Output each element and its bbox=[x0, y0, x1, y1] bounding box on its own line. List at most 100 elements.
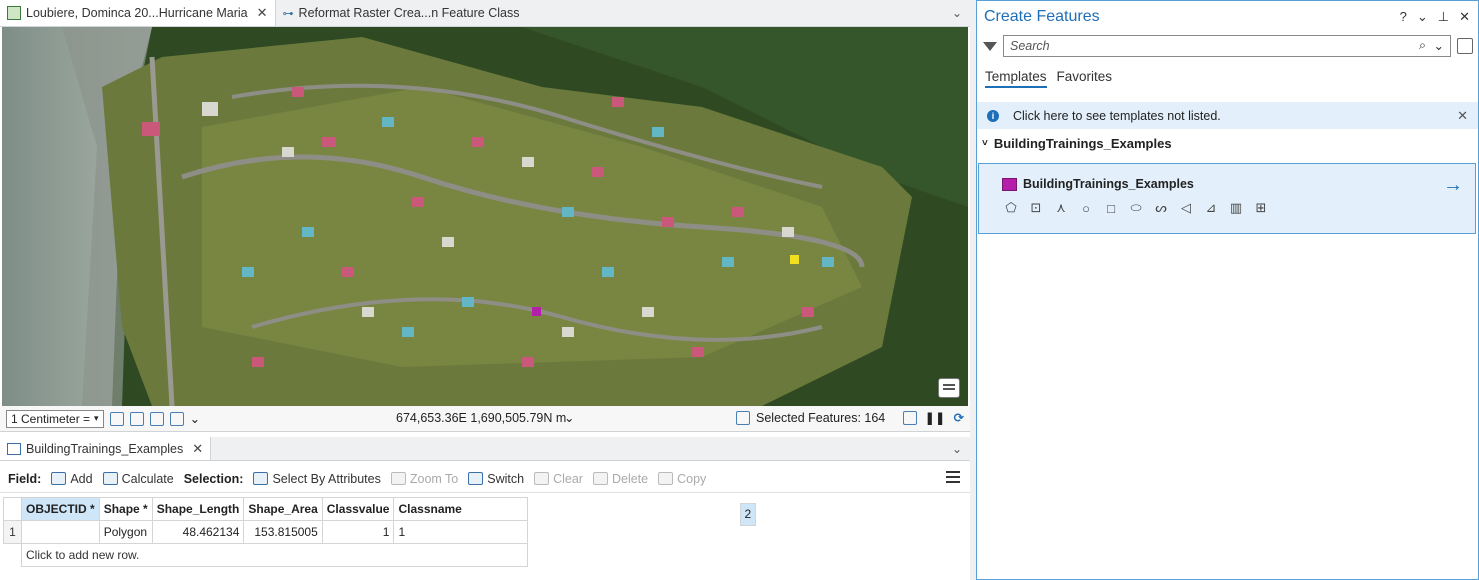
tab-templates[interactable]: Templates bbox=[985, 69, 1047, 88]
map-view-pane: Loubiere, Dominca 20...Hurricane Maria ✕… bbox=[0, 0, 970, 580]
tab-map-loubiere[interactable]: Loubiere, Dominca 20...Hurricane Maria ✕ bbox=[0, 0, 276, 26]
template-tabs: Templates Favorites bbox=[985, 69, 1112, 88]
selection-icon bbox=[736, 411, 750, 425]
search-input[interactable]: Search ⌕ ⌄ bbox=[1003, 35, 1451, 57]
column-header[interactable]: Classvalue bbox=[321, 497, 395, 521]
delete-button[interactable]: Delete bbox=[592, 472, 648, 486]
aerial-imagery bbox=[2, 27, 968, 406]
pane-title: Create Features bbox=[984, 7, 1100, 25]
trace-tool-icon[interactable]: ⊞ bbox=[1253, 200, 1269, 216]
add-row-prompt[interactable]: Click to add new row. bbox=[20, 543, 529, 567]
feature-template[interactable]: BuildingTrainings_Examples → ⬠ ⊡ ⋏ ○ □ ⬭… bbox=[978, 163, 1476, 234]
tab-label: Loubiere, Dominca 20...Hurricane Maria bbox=[26, 6, 248, 20]
polygon-tool-icon[interactable]: ⬠ bbox=[1003, 200, 1019, 216]
copy-icon bbox=[658, 472, 674, 485]
tab-attribute-table[interactable]: BuildingTrainings_Examples ✕ bbox=[0, 437, 212, 460]
add-row[interactable]: Click to add new row. bbox=[4, 543, 529, 567]
autocomplete-polygon-tool-icon[interactable]: ◁ bbox=[1178, 200, 1194, 216]
table-cell[interactable]: 1 bbox=[321, 520, 395, 544]
selected-features-label: Selected Features: 164 bbox=[756, 411, 886, 425]
clear-label: Clear bbox=[553, 471, 583, 486]
row-header-corner[interactable] bbox=[3, 497, 22, 521]
copy-button[interactable]: Copy bbox=[658, 472, 706, 486]
table-icon[interactable] bbox=[129, 411, 144, 426]
refresh-icon[interactable]: ⟳ bbox=[954, 410, 964, 425]
tab-favorites[interactable]: Favorites bbox=[1057, 69, 1113, 88]
table-cell[interactable]: 153.815005 bbox=[243, 520, 323, 544]
add-field-button[interactable]: Add bbox=[51, 471, 93, 486]
row-number[interactable]: 1 bbox=[3, 520, 22, 544]
table-cell[interactable]: 48.462134 bbox=[151, 520, 245, 544]
table-cell[interactable]: Polygon bbox=[98, 520, 153, 544]
menu-icon[interactable] bbox=[946, 471, 960, 473]
delete-icon bbox=[592, 472, 608, 485]
scale-value: 1 Centimeter = bbox=[11, 411, 91, 426]
close-icon[interactable]: ✕ bbox=[1459, 9, 1470, 25]
right-angle-tool-icon[interactable]: ⊿ bbox=[1203, 200, 1219, 216]
template-symbol-swatch bbox=[1002, 178, 1017, 191]
column-header[interactable]: Shape_Area bbox=[243, 497, 323, 521]
info-banner[interactable]: i Click here to see templates not listed… bbox=[977, 102, 1478, 129]
pin-icon[interactable]: ⊥ bbox=[1438, 9, 1449, 25]
info-icon: i bbox=[987, 109, 999, 122]
options-chevron-icon[interactable]: ⌄ bbox=[1417, 9, 1428, 25]
switch-button[interactable]: Switch bbox=[468, 472, 524, 486]
selection-label: Selection: bbox=[183, 471, 244, 486]
map-status-bar: 1 Centimeter = ▾ ⌄ 674,653.36E 1,690,505… bbox=[0, 406, 970, 432]
close-icon[interactable]: ✕ bbox=[257, 5, 268, 21]
attribute-table: OBJECTID * Shape * Shape_Length Shape_Ar… bbox=[3, 497, 757, 567]
chevron-down-icon[interactable]: ⌄ bbox=[1434, 38, 1444, 53]
refresh-icon[interactable] bbox=[902, 410, 917, 425]
column-header[interactable]: Classname bbox=[393, 497, 529, 521]
arrow-right-icon[interactable]: → bbox=[1443, 174, 1463, 197]
create-features-pane: Create Features ? ⌄ ⊥ ✕ Search ⌕ ⌄ Templ… bbox=[976, 0, 1479, 580]
chevron-down-icon[interactable]: ⌄ bbox=[952, 442, 962, 456]
template-group-header[interactable]: ˅ BuildingTrainings_Examples bbox=[982, 136, 1172, 151]
close-icon[interactable]: ✕ bbox=[1457, 108, 1468, 124]
navigation-icon[interactable] bbox=[169, 411, 184, 426]
square-tool-icon[interactable]: □ bbox=[1103, 200, 1119, 216]
calculate-button[interactable]: Calculate bbox=[102, 472, 174, 486]
chevron-down-icon: ˅ bbox=[982, 138, 988, 149]
column-header[interactable]: OBJECTID * bbox=[21, 497, 100, 521]
map-notification-icon[interactable] bbox=[938, 378, 960, 398]
extract-tool-icon[interactable]: ▥ bbox=[1228, 200, 1244, 216]
chevron-down-icon[interactable]: ⌄ bbox=[190, 411, 200, 426]
search-row: Search ⌕ ⌄ bbox=[983, 35, 1473, 57]
info-message: Click here to see templates not listed. bbox=[1013, 108, 1221, 123]
ellipse-tool-icon[interactable]: ⬭ bbox=[1128, 200, 1144, 216]
add-label: Add bbox=[70, 471, 93, 486]
table-cell[interactable]: 1 bbox=[393, 520, 529, 544]
column-header[interactable]: Shape * bbox=[98, 497, 153, 521]
snapping-icon[interactable] bbox=[149, 411, 164, 426]
search-icon[interactable]: ⌕ bbox=[1419, 38, 1426, 53]
table-row[interactable]: 1 2 Polygon 48.462134 153.815005 1 1 bbox=[3, 502, 757, 544]
switch-icon bbox=[468, 472, 484, 485]
filter-icon[interactable] bbox=[983, 41, 997, 51]
pane-controls: ? ⌄ ⊥ ✕ bbox=[1400, 9, 1470, 25]
selected-features[interactable]: Selected Features: 164 bbox=[736, 411, 885, 425]
template-name: BuildingTrainings_Examples bbox=[1023, 177, 1194, 191]
rectangle-tool-icon[interactable]: ⊡ bbox=[1028, 200, 1044, 216]
triangle-tool-icon[interactable]: ⋏ bbox=[1053, 200, 1069, 216]
circle-tool-icon[interactable]: ○ bbox=[1078, 200, 1094, 216]
scale-selector[interactable]: 1 Centimeter = ▾ bbox=[6, 409, 104, 428]
template-options-icon[interactable] bbox=[1457, 38, 1473, 54]
pause-icon[interactable]: ❚❚ bbox=[925, 410, 946, 425]
table-cell[interactable]: 2 bbox=[739, 502, 757, 526]
chevron-down-icon[interactable]: ⌄ bbox=[952, 6, 962, 20]
close-icon[interactable]: ✕ bbox=[192, 441, 203, 457]
clear-button[interactable]: Clear bbox=[534, 472, 583, 486]
freehand-tool-icon[interactable]: ᔕ bbox=[1153, 200, 1169, 216]
help-icon[interactable]: ? bbox=[1400, 9, 1407, 25]
table-tab-bar: BuildingTrainings_Examples ✕ ⌄ bbox=[0, 437, 970, 461]
select-by-attributes-button[interactable]: Select By Attributes bbox=[253, 472, 381, 486]
zoom-to-button[interactable]: Zoom To bbox=[390, 472, 458, 486]
tab-model-reformat[interactable]: ⊶ Reformat Raster Crea...n Feature Class bbox=[276, 0, 527, 26]
map-canvas[interactable] bbox=[2, 27, 968, 406]
grid-icon[interactable] bbox=[109, 411, 124, 426]
column-header[interactable]: Shape_Length bbox=[151, 497, 245, 521]
table-icon bbox=[7, 442, 21, 455]
chevron-down-icon[interactable]: ⌄ bbox=[564, 410, 574, 425]
status-controls: ❚❚ ⟳ bbox=[902, 410, 964, 425]
